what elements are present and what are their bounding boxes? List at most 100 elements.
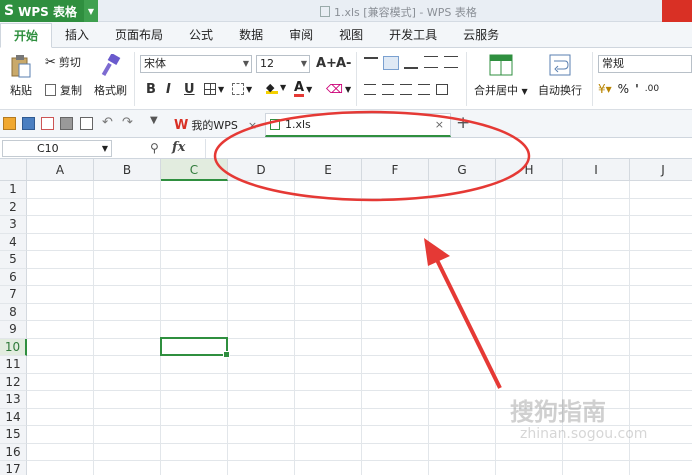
column-header-g[interactable]: G: [429, 159, 496, 181]
italic-button[interactable]: I: [166, 82, 171, 97]
merge-center-button[interactable]: 合并居中 ▼: [474, 54, 528, 98]
cut-button[interactable]: ✂ 剪切: [45, 54, 81, 70]
column-header-a[interactable]: A: [27, 159, 94, 181]
font-shrink-button[interactable]: A-: [336, 56, 351, 71]
align-top-icon[interactable]: [364, 57, 378, 69]
clipboard-icon: [11, 55, 31, 78]
row-header-9[interactable]: 9: [0, 321, 27, 339]
formula-input[interactable]: [205, 139, 692, 158]
font-size-select[interactable]: 12 ▼: [256, 55, 310, 73]
doc-tab-file[interactable]: 1.xls ×: [265, 113, 451, 137]
bold-button[interactable]: B: [146, 82, 156, 97]
formula-bar: C10 ▼ ⚲ fx: [0, 138, 692, 159]
zoom-icon[interactable]: ⚲: [150, 141, 159, 155]
font-name-select[interactable]: 宋体 ▼: [140, 55, 252, 73]
row-header-15[interactable]: 15: [0, 426, 27, 444]
cell-style-button[interactable]: ▼: [232, 83, 252, 95]
row-header-6[interactable]: 6: [0, 268, 27, 286]
chevron-down-icon[interactable]: ▼: [84, 0, 98, 22]
tab-cloud[interactable]: 云服务: [450, 23, 512, 47]
indent-increase-icon[interactable]: [444, 56, 458, 68]
tab-insert[interactable]: 插入: [52, 23, 102, 47]
row-header-4[interactable]: 4: [0, 233, 27, 251]
column-header-h[interactable]: H: [496, 159, 563, 181]
selected-cell[interactable]: [160, 337, 230, 358]
function-button[interactable]: fx: [172, 140, 185, 155]
row-header-12[interactable]: 12: [0, 373, 27, 391]
number-format-select[interactable]: 常规: [598, 55, 692, 73]
name-box[interactable]: C10 ▼: [2, 140, 112, 157]
row-header-5[interactable]: 5: [0, 251, 27, 269]
currency-icon[interactable]: ¥▾: [598, 82, 612, 96]
tab-data[interactable]: 数据: [226, 23, 276, 47]
export-pdf-icon[interactable]: [41, 117, 54, 130]
row-header-8[interactable]: 8: [0, 303, 27, 321]
align-center-icon[interactable]: [382, 84, 394, 95]
border-button[interactable]: ▼: [204, 83, 224, 95]
decimal-button[interactable]: .00: [645, 84, 659, 94]
copy-button[interactable]: 复制: [45, 82, 82, 98]
tab-developer[interactable]: 开发工具: [376, 23, 450, 47]
redo-icon[interactable]: ↷: [122, 115, 135, 130]
column-header-e[interactable]: E: [295, 159, 362, 181]
close-icon[interactable]: ×: [435, 118, 444, 131]
font-grow-button[interactable]: A+: [316, 56, 337, 71]
save-icon[interactable]: [22, 117, 35, 130]
paste-button[interactable]: 粘贴: [6, 54, 36, 98]
column-header-j[interactable]: J: [630, 159, 692, 181]
open-folder-icon[interactable]: [3, 117, 16, 130]
print-preview-icon[interactable]: [80, 117, 93, 130]
row-header-10[interactable]: 10: [0, 338, 27, 356]
column-header-b[interactable]: B: [94, 159, 161, 181]
chevron-down-icon[interactable]: ▼: [150, 115, 163, 128]
clear-format-button[interactable]: ⌫ ▼: [326, 82, 351, 96]
row-header-16[interactable]: 16: [0, 443, 27, 461]
tab-page-layout[interactable]: 页面布局: [102, 23, 176, 47]
undo-icon[interactable]: ↶: [102, 115, 115, 130]
align-middle-icon[interactable]: [383, 56, 399, 70]
align-right-icon[interactable]: [400, 84, 412, 95]
doc-tab-my-wps[interactable]: W 我的WPS ×: [170, 113, 265, 137]
percent-button[interactable]: %: [618, 82, 629, 96]
fill-color-button[interactable]: ◆ ▼: [266, 81, 286, 94]
grid-line: [27, 215, 692, 216]
justify-icon[interactable]: [418, 84, 430, 95]
new-tab-button[interactable]: +: [456, 113, 470, 133]
select-all-corner[interactable]: [0, 159, 27, 181]
align-left-icon[interactable]: [364, 84, 376, 95]
distributed-icon[interactable]: [436, 84, 448, 95]
grid-line: [27, 232, 692, 234]
row-header-2[interactable]: 2: [0, 198, 27, 216]
font-color-button[interactable]: A ▼: [294, 81, 312, 97]
border-grid-icon: [204, 83, 216, 95]
print-icon[interactable]: [60, 117, 73, 130]
row-header-14[interactable]: 14: [0, 408, 27, 426]
indent-decrease-icon[interactable]: [424, 56, 438, 68]
align-bottom-icon[interactable]: [404, 57, 418, 69]
format-painter-button[interactable]: 格式刷: [94, 54, 127, 98]
underline-button[interactable]: U: [184, 82, 195, 97]
tab-formulas[interactable]: 公式: [176, 23, 226, 47]
tab-review[interactable]: 审阅: [276, 23, 326, 47]
tab-view[interactable]: 视图: [326, 23, 376, 47]
app-menu-button[interactable]: S WPS 表格 ▼: [0, 0, 98, 22]
close-window-button[interactable]: [662, 0, 692, 22]
wrap-text-button[interactable]: 自动换行: [538, 54, 582, 98]
tab-home[interactable]: 开始: [0, 23, 53, 48]
column-header-f[interactable]: F: [362, 159, 429, 181]
close-icon[interactable]: ×: [248, 119, 257, 132]
app-name: WPS 表格: [18, 4, 77, 19]
row-header-11[interactable]: 11: [0, 356, 27, 374]
column-header-d[interactable]: D: [228, 159, 295, 181]
column-header-c[interactable]: C: [161, 159, 228, 181]
quick-access-toolbar: ↶ ↷ ▼ W 我的WPS × 1.xls × +: [0, 110, 692, 138]
comma-button[interactable]: ': [635, 82, 639, 96]
row-header-3[interactable]: 3: [0, 216, 27, 234]
column-header-i[interactable]: I: [563, 159, 630, 181]
row-header-13[interactable]: 13: [0, 391, 27, 409]
row-header-1[interactable]: 1: [0, 181, 27, 199]
wrap-text-icon: [549, 54, 571, 76]
row-header-7[interactable]: 7: [0, 286, 27, 304]
grid-line: [495, 181, 496, 475]
row-header-17[interactable]: 17: [0, 461, 27, 475]
